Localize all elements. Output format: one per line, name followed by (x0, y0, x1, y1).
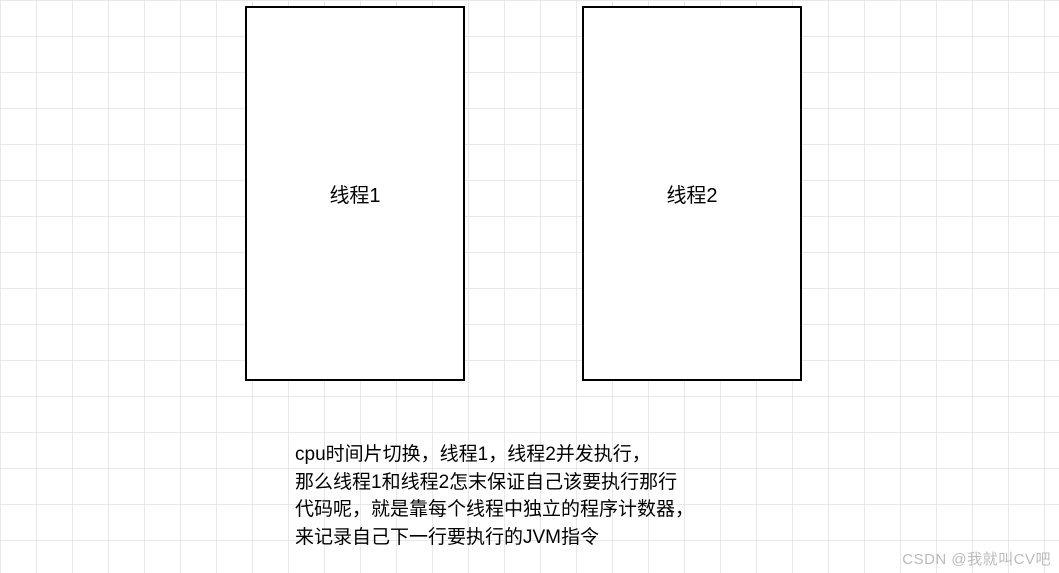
caption-line-3: 代码呢，就是靠每个线程中独立的程序计数器， (295, 496, 765, 524)
caption-line-4: 来记录自己下一行要执行的JVM指令 (295, 524, 765, 552)
thread2-box: 线程2 (582, 6, 802, 381)
watermark: CSDN @我就叫CV吧 (902, 548, 1051, 569)
thread1-label: 线程1 (329, 179, 380, 208)
caption-line-1: cpu时间片切换，线程1，线程2并发执行， (295, 441, 765, 469)
thread1-box: 线程1 (245, 6, 465, 381)
caption-text: cpu时间片切换，线程1，线程2并发执行， 那么线程1和线程2怎末保证自己该要执… (295, 441, 765, 551)
caption-line-2: 那么线程1和线程2怎末保证自己该要执行那行 (295, 469, 765, 497)
thread2-label: 线程2 (666, 179, 717, 208)
